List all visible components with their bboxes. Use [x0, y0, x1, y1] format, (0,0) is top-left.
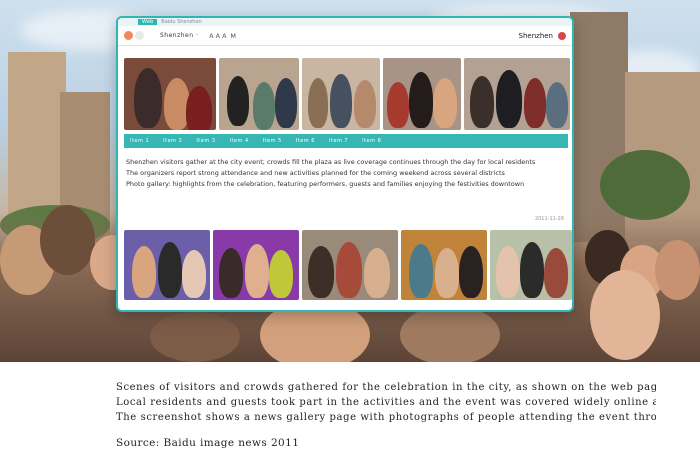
source-label: Source: — [116, 437, 164, 449]
gallery-photo[interactable] — [213, 230, 299, 300]
nav-item[interactable]: Item 4 — [229, 138, 248, 144]
back-icon[interactable] — [124, 31, 133, 40]
article-date: 2011-11-28 — [534, 216, 564, 222]
browser-tab[interactable]: Ｗeb — [138, 19, 158, 25]
article-line: The organizers report strong attendance … — [126, 169, 505, 177]
caption-line: Scenes of visitors and crowds gathered f… — [116, 382, 656, 393]
flag-icon — [558, 31, 566, 40]
photo-row-bottom — [124, 230, 572, 300]
browser-tab-title: Baidu Shenzhen — [161, 19, 202, 25]
nav-item[interactable]: Item 7 — [329, 138, 348, 144]
nav-item[interactable]: Item 8 — [362, 138, 381, 144]
source-text: Baidu image news 2011 — [163, 437, 300, 449]
gallery-photo[interactable] — [302, 58, 380, 130]
gallery-photo[interactable] — [464, 58, 570, 130]
forward-icon[interactable] — [135, 31, 144, 40]
toolbar-right: Shenzhen — [519, 31, 566, 40]
caption-line: The screenshot shows a news gallery page… — [116, 412, 656, 423]
browser-toolbar: Shenzhen · ＡＡＡ Ｍ Shenzhen — [118, 26, 572, 46]
nav-item[interactable]: Item 1 — [130, 138, 149, 144]
address-bar[interactable]: Shenzhen · — [160, 32, 198, 39]
photo-row-top — [124, 58, 570, 130]
browser-titlebar: Ｗeb Baidu Shenzhen — [118, 18, 572, 26]
gallery-photo[interactable] — [490, 230, 572, 300]
gallery-photo[interactable] — [401, 230, 487, 300]
nav-item[interactable]: Item 6 — [296, 138, 315, 144]
article-line: Shenzhen visitors gather at the city eve… — [126, 158, 536, 166]
figure-source: Source: Baidu image news 2011 — [116, 437, 299, 449]
gallery-photo[interactable] — [302, 230, 398, 300]
nav-item[interactable]: Item 5 — [263, 138, 282, 144]
figure-caption: Scenes of visitors and crowds gathered f… — [116, 380, 656, 425]
browser-window: Ｗeb Baidu Shenzhen Shenzhen · ＡＡＡ Ｍ Shen… — [116, 16, 574, 312]
location-label[interactable]: Shenzhen — [519, 32, 553, 40]
category-nav-bar: Item 1 Item 2 Item 3 Item 4 Item 5 Item … — [124, 134, 568, 148]
gallery-photo[interactable] — [124, 58, 216, 130]
article-line: Photo gallery: highlights from the celeb… — [126, 180, 525, 188]
article-text: Shenzhen visitors gather at the city eve… — [126, 157, 566, 190]
gallery-photo[interactable] — [219, 58, 299, 130]
nav-item[interactable]: Item 2 — [163, 138, 182, 144]
nav-item[interactable]: Item 3 — [196, 138, 215, 144]
gallery-photo[interactable] — [383, 58, 461, 130]
address-text: ＡＡＡ Ｍ — [208, 33, 237, 40]
caption-line: Local residents and guests took part in … — [116, 397, 656, 408]
gallery-photo[interactable] — [124, 230, 210, 300]
